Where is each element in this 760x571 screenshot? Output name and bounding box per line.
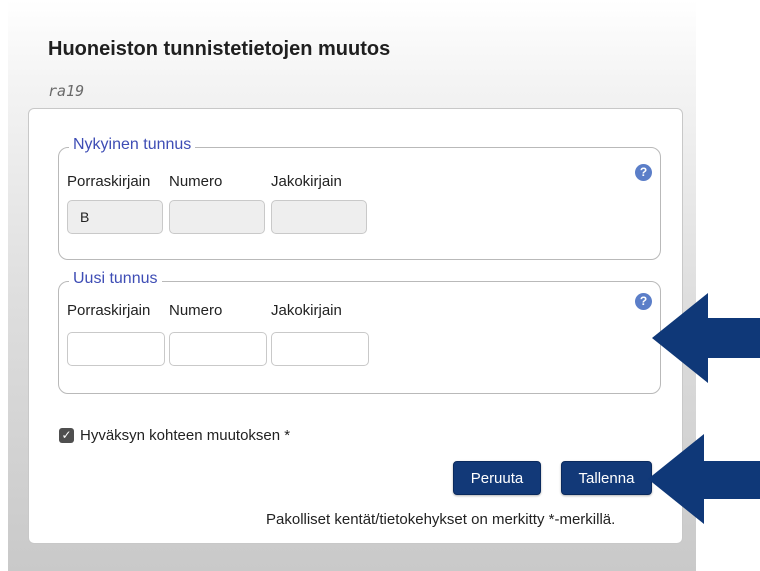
dialog-title: Huoneiston tunnistetietojen muutos [48,38,391,60]
current-id-legend: Nykyinen tunnus [69,136,196,154]
help-icon[interactable]: ? [635,293,652,310]
current-jakokirjain-input [271,200,367,234]
current-jakokirjain-label: Jakokirjain [271,173,342,190]
current-id-fieldset: Nykyinen tunnus ? Porraskirjain Numero J… [58,136,661,260]
arrow-left-icon [652,293,760,383]
current-numero-label: Numero [169,173,223,190]
new-porraskirjain-input[interactable] [67,332,165,366]
accept-checkbox[interactable]: ✓ [59,428,74,443]
dialog-subtitle: ra19 [48,82,85,100]
new-id-legend: Uusi tunnus [69,270,162,288]
current-numero-input [169,200,265,234]
new-jakokirjain-label: Jakokirjain [271,302,342,319]
accept-checkbox-label[interactable]: Hyväksyn kohteen muutoksen * [80,427,290,444]
new-numero-input[interactable] [169,332,267,366]
current-porraskirjain-input [67,200,163,234]
help-icon[interactable]: ? [635,164,652,181]
new-jakokirjain-input[interactable] [271,332,369,366]
save-button[interactable]: Tallenna [561,461,652,495]
arrow-left-icon [648,434,760,524]
required-fields-note: Pakolliset kentät/tietokehykset on merki… [266,511,616,528]
cancel-button[interactable]: Peruuta [453,461,541,495]
new-numero-label: Numero [169,302,223,319]
new-porraskirjain-label: Porraskirjain [67,302,151,319]
current-porraskirjain-label: Porraskirjain [67,173,151,190]
new-id-fieldset: Uusi tunnus ? Porraskirjain Numero Jakok… [58,270,661,394]
